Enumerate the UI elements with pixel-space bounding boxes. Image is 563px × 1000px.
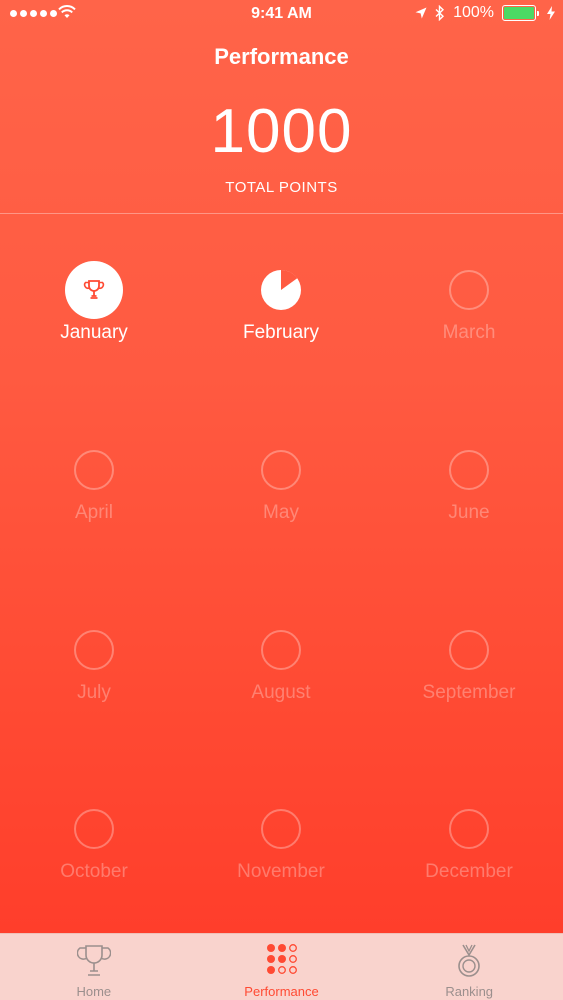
month-label: November — [237, 861, 325, 882]
empty-circle-icon — [261, 630, 301, 670]
month-label: March — [442, 322, 496, 343]
empty-circle-icon — [449, 630, 489, 670]
empty-circle-icon — [74, 809, 114, 849]
tab-home[interactable]: Home — [0, 934, 188, 1000]
tab-ranking[interactable]: Ranking — [375, 934, 563, 1000]
empty-circle-icon — [449, 270, 489, 310]
app-screen: 9:41 AM 100% Performance 1000 TOTAL POIN… — [0, 0, 563, 1000]
trophy-badge — [65, 261, 123, 319]
month-may[interactable]: May — [187, 450, 375, 560]
month-february[interactable]: February — [187, 270, 375, 380]
month-label: June — [448, 502, 490, 523]
tab-label: Performance — [244, 984, 319, 999]
month-march[interactable]: March — [375, 270, 563, 380]
month-label: May — [263, 502, 299, 523]
month-january[interactable]: January — [0, 261, 188, 380]
month-april[interactable]: April — [0, 450, 188, 560]
month-label: September — [422, 682, 516, 703]
month-label: December — [425, 861, 513, 882]
empty-circle-icon — [261, 450, 301, 490]
month-september[interactable]: September — [375, 630, 563, 740]
month-october[interactable]: October — [0, 809, 188, 919]
month-august[interactable]: August — [187, 630, 375, 740]
month-label: October — [60, 861, 128, 882]
progress-pie — [261, 270, 301, 310]
trophy-icon — [83, 280, 105, 299]
month-label: August — [251, 682, 311, 703]
medal-icon — [455, 943, 483, 984]
empty-circle-icon — [261, 809, 301, 849]
grid-dots-icon — [266, 943, 298, 980]
empty-circle-icon — [74, 630, 114, 670]
tab-label: Home — [76, 984, 112, 999]
tab-bar: Home Performance Ranking — [0, 933, 563, 1000]
tab-performance[interactable]: Performance — [188, 934, 376, 1000]
month-label: April — [74, 502, 113, 523]
tab-label: Ranking — [445, 984, 494, 999]
month-grid: January February March April May June July Augu… — [0, 0, 563, 933]
performance-screen: 9:41 AM 100% Performance 1000 TOTAL POIN… — [0, 0, 563, 933]
month-label: February — [242, 322, 320, 343]
empty-circle-icon — [449, 809, 489, 849]
empty-circle-icon — [449, 450, 489, 490]
month-july[interactable]: July — [0, 630, 188, 740]
month-december[interactable]: December — [375, 809, 563, 919]
month-label: July — [77, 682, 111, 703]
empty-circle-icon — [74, 450, 114, 490]
month-label: January — [60, 322, 128, 343]
trophy-icon — [76, 943, 112, 984]
month-november[interactable]: November — [187, 809, 375, 919]
month-june[interactable]: June — [375, 450, 563, 560]
